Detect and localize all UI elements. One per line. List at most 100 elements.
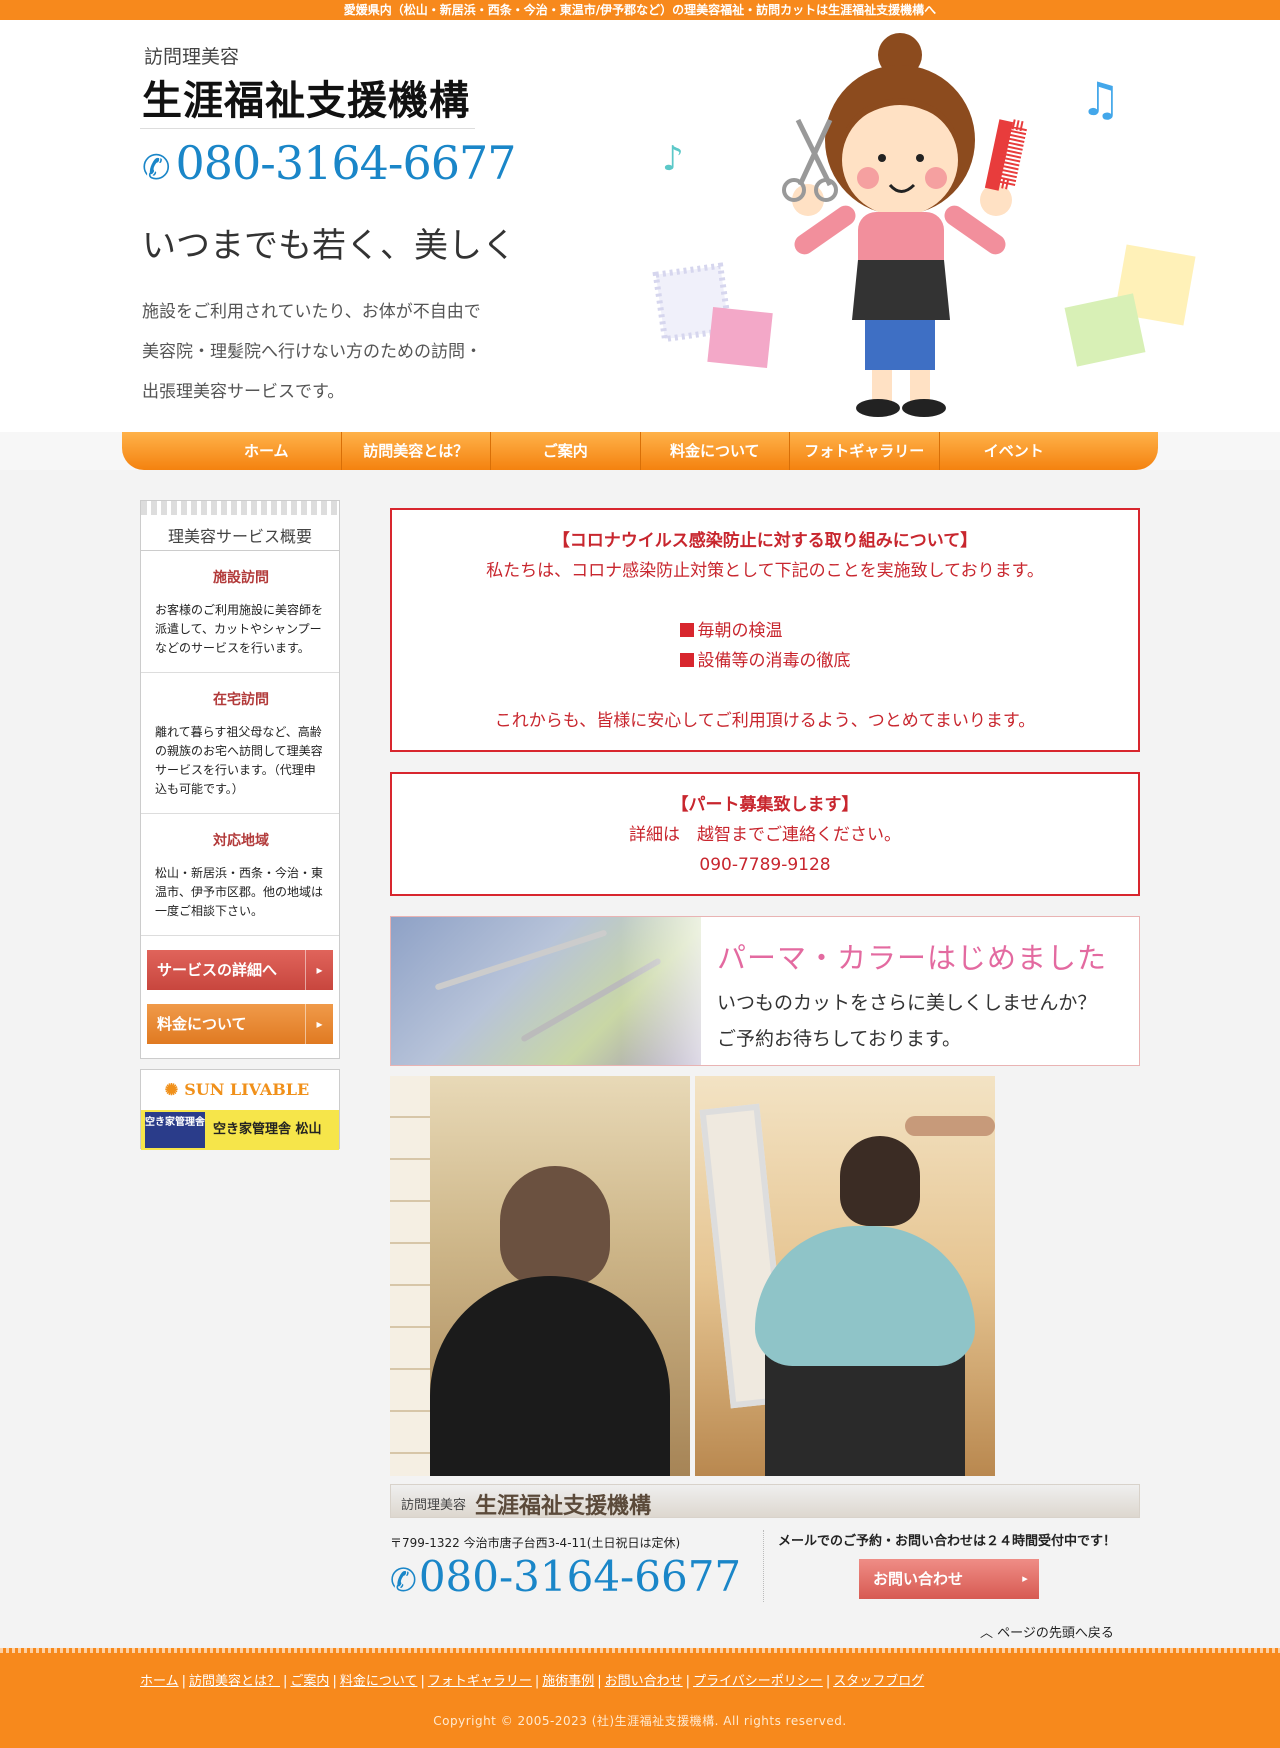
list-item: 毎朝の検温 <box>679 616 851 646</box>
site-footer: ホーム | 訪問美容とは？ | ご案内 | 料金について | フォトギャラリー | 施術事例 | お問い… <box>0 1648 1280 1748</box>
sidebar-section-area: 対応地域 松山・新居浜・西条・今治・東温市、伊予市区郡。他の地域は一度ご相談下さ… <box>141 814 339 936</box>
sidebar-section-facility: 施設訪問 お客様のご利用施設に美容師を派遣して、カットやシャンプーなどのサービス… <box>141 551 339 673</box>
nav-item-event[interactable]: イベント <box>940 432 1089 470</box>
header-divider <box>140 128 475 129</box>
phone-icon: ✆ <box>142 148 170 188</box>
notice-phone: 090-7789-9128 <box>699 855 831 875</box>
section-heading: 施設訪問 <box>213 570 269 586</box>
footer-link-contact[interactable]: お問い合わせ <box>605 1674 683 1689</box>
mail-text: メールでのご予約・お問い合わせは２４時間受付中です！ <box>778 1534 1117 1549</box>
banner-text-row: 空き家管理舎 空き家管理舎 松山 <box>141 1110 339 1150</box>
site-title[interactable]: 生涯福祉支援機構 <box>142 68 470 126</box>
towel-left <box>652 262 773 368</box>
footer-phone[interactable]: ✆080-3164-6677 <box>390 1552 741 1601</box>
main-content: 【コロナウイルス感染防止に対する取り組みについて】 私たちは、コロナ感染防止対策… <box>390 508 1140 1476</box>
sun-livable-banner[interactable]: ✺ SUN LIVABLE 空き家管理舎 空き家管理舎 松山 <box>140 1069 340 1150</box>
notice-intro: 私たちは、コロナ感染防止対策として下記のことを実施致しております。 <box>486 561 1044 581</box>
haircut-photo-1 <box>390 1076 690 1476</box>
footer-info-bar: 訪問理美容 生涯福祉支援機構 <box>390 1484 1140 1519</box>
chevron-right-icon: ▸ <box>305 950 333 990</box>
header-subtitle: 訪問理美容 <box>144 46 240 68</box>
nav-item-guide[interactable]: ご案内 <box>491 432 641 470</box>
perm-text: いつものカットをさらに美しくしませんか？ ご予約お待ちしております。 <box>717 992 1097 1050</box>
copyright: Copyright © 2005-2023 (社)生涯福祉支援機構. All r… <box>433 1714 847 1728</box>
bullet-icon <box>679 623 694 637</box>
section-text: お客様のご利用施設に美容師を派遣して、カットやシャンプーなどのサービスを行います… <box>155 603 324 655</box>
contact-button[interactable]: お問い合わせ ▸ <box>859 1559 1039 1599</box>
banner-brand: ✺ SUN LIVABLE <box>141 1070 339 1110</box>
notice-title: 【パート募集致します】 <box>671 795 859 815</box>
footer-link-about[interactable]: 訪問美容とは？ <box>189 1674 280 1689</box>
perm-color-banner[interactable]: パーマ・カラーはじめました いつものカットをさらに美しくしませんか？ ご予約お待ち… <box>390 916 1140 1066</box>
haircut-photo-2 <box>695 1076 995 1476</box>
character <box>792 33 1012 417</box>
haircut-photos <box>390 1076 1140 1476</box>
footer-link-price[interactable]: 料金について <box>340 1674 418 1689</box>
service-summary-box: 理美容サービス概要 施設訪問 お客様のご利用施設に美容師を派遣して、カットやシャ… <box>140 500 340 1059</box>
banner-text: 空き家管理舎 松山 <box>213 1122 322 1137</box>
nav-item-price[interactable]: 料金について <box>641 432 790 470</box>
section-heading: 在宅訪問 <box>213 692 269 708</box>
bullet-icon <box>679 653 694 667</box>
nav-item-about[interactable]: 訪問美容とは？ <box>342 432 491 470</box>
section-text: 離れて暮らす祖父母など、高齢の親族のお宅へ訪問して理美容サービスを行います。（代… <box>155 725 323 796</box>
footer-subtitle: 訪問理美容 <box>401 1498 467 1513</box>
divider <box>763 1530 764 1602</box>
footer-title: 生涯福祉支援機構 <box>475 1494 652 1519</box>
footer-link-gallery[interactable]: フォトギャラリー <box>428 1674 532 1689</box>
hairdresser-illustration: ♪ ♪ ♫ <box>652 33 1196 417</box>
sidebar-title: 理美容サービス概要 <box>167 527 312 546</box>
akiya-logo: 空き家管理舎 <box>145 1112 205 1148</box>
caret-up-icon: ︿ <box>980 1626 994 1641</box>
button-label: お問い合わせ <box>873 1570 964 1588</box>
towel-right <box>1064 244 1196 367</box>
footer-link-blog[interactable]: スタッフブログ <box>833 1674 924 1689</box>
notice-text: 詳細は 越智までご連絡ください。 <box>629 825 901 845</box>
top-banner: 愛媛県内（松山・新居浜・西条・今治・東温市/伊予郡など）の理美容福祉・訪問カット… <box>0 0 1280 20</box>
heading-decoration <box>141 501 339 515</box>
footer-edge <box>0 1648 1280 1653</box>
comb-icon <box>984 118 1029 191</box>
photo-cape <box>755 1226 975 1366</box>
header-phone-number: 080-3164-6677 <box>175 136 517 190</box>
photo-head <box>840 1136 920 1226</box>
photo-head <box>500 1166 610 1286</box>
header-description: 施設をご利用されていたり、お体が不自由で美容院・理髪院へ行けない方のための訪問・… <box>142 302 482 402</box>
perm-title: パーマ・カラーはじめました <box>717 941 1108 975</box>
sidebar-section-home-visit: 在宅訪問 離れて暮らす祖父母など、高齢の親族のお宅へ訪問して理美容サービスを行い… <box>141 673 339 814</box>
button-label: 料金について <box>157 1015 247 1033</box>
price-button[interactable]: 料金について ▸ <box>147 1004 333 1044</box>
footer-link-guide[interactable]: ご案内 <box>290 1674 329 1689</box>
notice-closing: これからも、皆様に安心してご利用頂けるよう、つとめてまいります。 <box>494 711 1036 731</box>
notice-title: 【コロナウイルス感染防止に対する取り組みについて】 <box>552 531 978 551</box>
global-nav-wrapper: ホーム 訪問美容とは？ ご案内 料金について フォトギャラリー イベント <box>0 432 1280 470</box>
photo-door <box>390 1076 430 1476</box>
footer-phone-number: 080-3164-6677 <box>418 1552 742 1601</box>
notice-list: 毎朝の検温 設備等の消毒の徹底 <box>679 616 851 676</box>
back-to-top-link[interactable]: ︿ ページの先頭へ戻る <box>980 1622 1114 1641</box>
svg-text:♪: ♪ <box>662 139 684 179</box>
sun-icon: ✺ <box>164 1080 179 1099</box>
header-phone[interactable]: ✆ 080-3164-6677 <box>142 136 517 190</box>
address: 〒799-1322 今治市唐子台西3-4-11(土日祝日は定休) <box>390 1536 681 1550</box>
banner-brand-text: SUN LIVABLE <box>184 1080 310 1099</box>
section-text: 松山・新居浜・西条・今治・東温市、伊予市区郡。他の地域は一度ご相談下さい。 <box>155 866 324 918</box>
photo-arm <box>905 1116 995 1136</box>
photo-cape <box>430 1276 670 1476</box>
sidebar: 理美容サービス概要 施設訪問 お客様のご利用施設に美容師を派遣して、カットやシャ… <box>140 500 340 1150</box>
recruit-notice: 【パート募集致します】 詳細は 越智までご連絡ください。 090-7789-91… <box>390 772 1140 896</box>
phone-icon: ✆ <box>390 1561 417 1599</box>
footer-link-cases[interactable]: 施術事例 <box>542 1674 594 1689</box>
nav-item-home[interactable]: ホーム <box>192 432 342 470</box>
site-header: 訪問理美容 生涯福祉支援機構 ✆ 080-3164-6677 いつまでも若く、美し… <box>0 20 1280 432</box>
nav-item-gallery[interactable]: フォトギャラリー <box>790 432 940 470</box>
button-label: サービスの詳細へ <box>157 961 278 979</box>
chevron-right-icon: ▸ <box>305 1004 333 1044</box>
section-heading: 対応地域 <box>213 833 269 849</box>
footer-link-privacy[interactable]: プライバシーポリシー <box>693 1674 823 1689</box>
service-detail-button[interactable]: サービスの詳細へ ▸ <box>147 950 333 990</box>
footer-links: ホーム | 訪問美容とは？ | ご案内 | 料金について | フォトギャラリー | 施術事例 | お問い… <box>140 1674 925 1689</box>
corona-notice: 【コロナウイルス感染防止に対する取り組みについて】 私たちは、コロナ感染防止対策… <box>390 508 1140 752</box>
global-nav: ホーム 訪問美容とは？ ご案内 料金について フォトギャラリー イベント <box>122 432 1158 470</box>
footer-link-home[interactable]: ホーム <box>140 1674 179 1689</box>
